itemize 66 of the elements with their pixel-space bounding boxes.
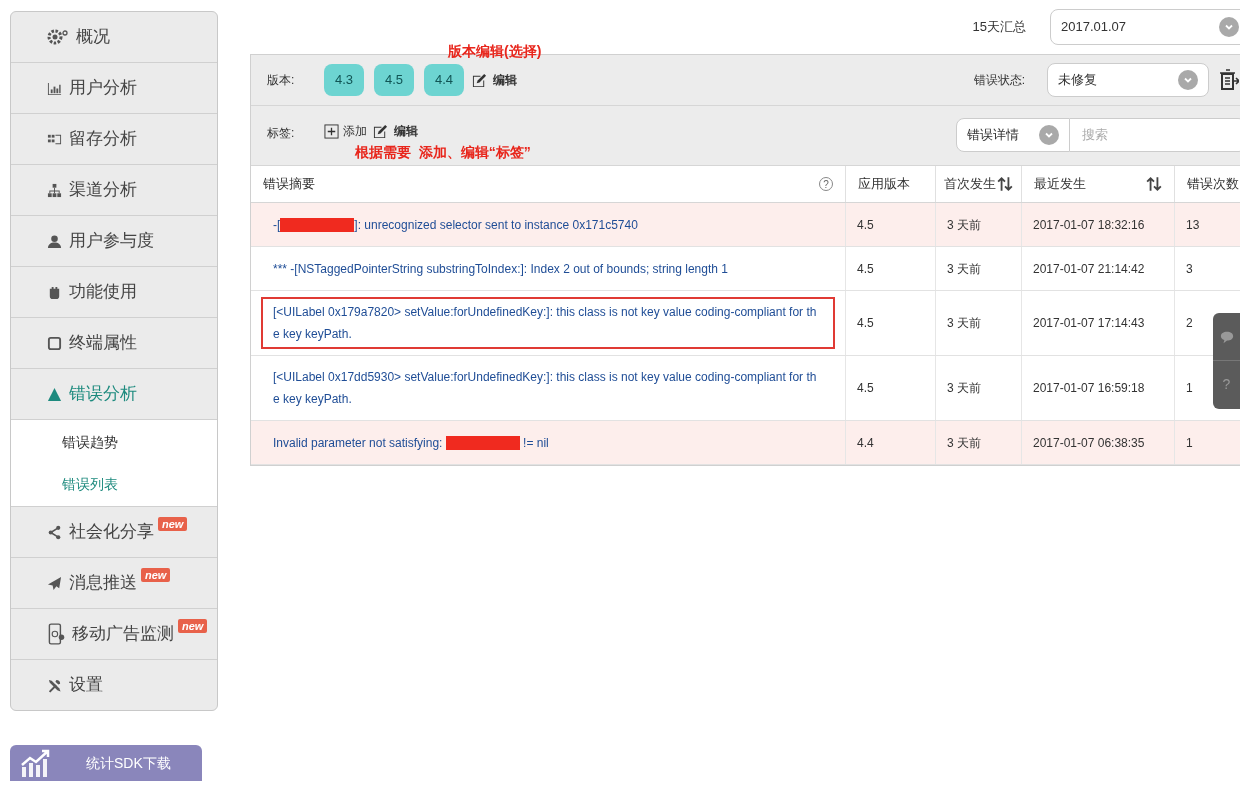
table-cell-text: 2017-01-07 17:14:43 bbox=[1033, 315, 1145, 332]
table-row[interactable]: -[ ]: unrecognized selector sent to instance 0x171c5740 4.5 3 天前 2017-01-07 18:32:16 13 bbox=[251, 203, 1240, 247]
table-cell-text: 13 bbox=[1186, 216, 1200, 234]
version-label: 版本: bbox=[267, 72, 296, 89]
tag-label: 标签: bbox=[267, 125, 296, 142]
table-cell-text: 2017-01-07 06:38:35 bbox=[1033, 434, 1145, 452]
submenu-item[interactable]: 错误列表 bbox=[11, 463, 217, 505]
table-cell-text: 4.5 bbox=[857, 260, 874, 278]
error-summary[interactable]: *** -[NSTaggedPointerString substringToIndex:]: Index 2 out of bounds; string length 1 bbox=[261, 253, 835, 284]
version-tag[interactable]: 4.4 bbox=[424, 64, 464, 96]
table-cell-text: 3 bbox=[1186, 260, 1193, 278]
table-cell-text: 2017-01-07 18:32:16 bbox=[1033, 216, 1145, 234]
sidebar-item[interactable]: 用户分析 bbox=[11, 63, 217, 113]
table-cell-text: 3 天前 bbox=[947, 315, 981, 332]
table-cell-text: 3 天前 bbox=[947, 380, 981, 397]
table-row[interactable]: *** -[NSTaggedPointerString substringToIndex:]: Index 2 out of bounds; string length 1 4.5 3 天前 2017-01-07 21:14:42 3 bbox=[251, 247, 1240, 291]
sidebar-item[interactable]: 功能使用 bbox=[11, 267, 217, 317]
column-header[interactable]: 首次发生 bbox=[944, 174, 996, 194]
version-tag[interactable]: 4.3 bbox=[324, 64, 364, 96]
new-badge: new bbox=[158, 517, 188, 531]
search-field[interactable]: 搜索 bbox=[1070, 118, 1240, 152]
date-select[interactable]: 2017.01.07 bbox=[1050, 9, 1240, 45]
table-cell-text: 2017-01-07 21:14:42 bbox=[1033, 260, 1145, 278]
submenu-item[interactable]: 错误趋势 bbox=[11, 421, 217, 463]
new-badge: new bbox=[178, 619, 208, 633]
sidebar-item[interactable]: 用户参与度 bbox=[11, 216, 217, 266]
sidebar-item[interactable]: 错误分析 bbox=[11, 369, 217, 419]
error-summary[interactable]: -[ ]: unrecognized selector sent to instance 0x171c5740 bbox=[261, 209, 835, 240]
error-summary[interactable]: [<UILabel 0x17dd5930> setValue:forUndefinedKey:]: this class is not key value coding-compliant for the key keyPath. bbox=[261, 362, 835, 414]
sidebar-item[interactable]: 社会化分享 new bbox=[11, 507, 217, 557]
column-header[interactable]: 最近发生 bbox=[1034, 174, 1086, 194]
detail-select[interactable]: 错误详情 bbox=[956, 118, 1070, 152]
annotation-text: 版本编辑(选择) bbox=[448, 42, 542, 61]
version-tag[interactable]: 4.5 bbox=[374, 64, 414, 96]
sidebar-item[interactable]: 渠道分析 bbox=[11, 165, 217, 215]
sidebar-item[interactable]: 设置 bbox=[11, 660, 217, 710]
error-summary[interactable]: [<UILabel 0x179a7820> setValue:forUndefinedKey:]: this class is not key value coding-compliant for the key keyPath. bbox=[261, 297, 835, 349]
sidebar-item[interactable]: 留存分析 bbox=[11, 114, 217, 164]
sidebar-item[interactable]: 概况 bbox=[11, 12, 217, 62]
table-cell-text: 4.4 bbox=[857, 434, 874, 452]
column-header[interactable]: 错误次数 bbox=[1187, 174, 1239, 194]
table-cell-text: 1 bbox=[1186, 434, 1193, 452]
table-cell-text: 3 天前 bbox=[947, 260, 981, 278]
sidebar-item[interactable]: 消息推送 new bbox=[11, 558, 217, 608]
error-summary[interactable]: Invalid parameter not satisfying: != nil bbox=[261, 427, 835, 458]
status-label: 错误状态: bbox=[973, 72, 1025, 89]
table-cell-text: 4.5 bbox=[857, 315, 874, 332]
column-header[interactable]: 错误摘要 bbox=[263, 174, 315, 194]
new-badge: new bbox=[141, 568, 171, 582]
table-cell-text: 2017-01-07 16:59:18 bbox=[1033, 380, 1145, 397]
table-cell-text: 3 天前 bbox=[947, 434, 981, 452]
table-row[interactable]: Invalid parameter not satisfying: != nil 4.4 3 天前 2017-01-07 06:38:35 1 bbox=[251, 421, 1240, 465]
table-cell-text: 2 bbox=[1186, 315, 1193, 332]
add-button[interactable]: 添加 bbox=[324, 122, 367, 140]
edit-button[interactable]: 编辑 bbox=[373, 122, 418, 140]
table-cell-text: 3 天前 bbox=[947, 216, 981, 234]
annotation-text: 根据需要 添加、编辑“标签” bbox=[355, 143, 531, 162]
table-cell-text: 1 bbox=[1186, 380, 1193, 397]
period-label: 15天汇总 bbox=[972, 18, 1026, 37]
edit-button[interactable]: 编辑 bbox=[472, 71, 517, 89]
column-header[interactable]: 应用版本 bbox=[858, 174, 910, 194]
sidebar-item[interactable]: 移动广告监测 new bbox=[11, 609, 217, 659]
sidebar-item[interactable]: 终端属性 bbox=[11, 318, 217, 368]
status-select[interactable]: 未修复 bbox=[1047, 63, 1209, 97]
table-cell-text: 4.5 bbox=[857, 216, 874, 234]
table-cell-text: 4.5 bbox=[857, 380, 874, 397]
